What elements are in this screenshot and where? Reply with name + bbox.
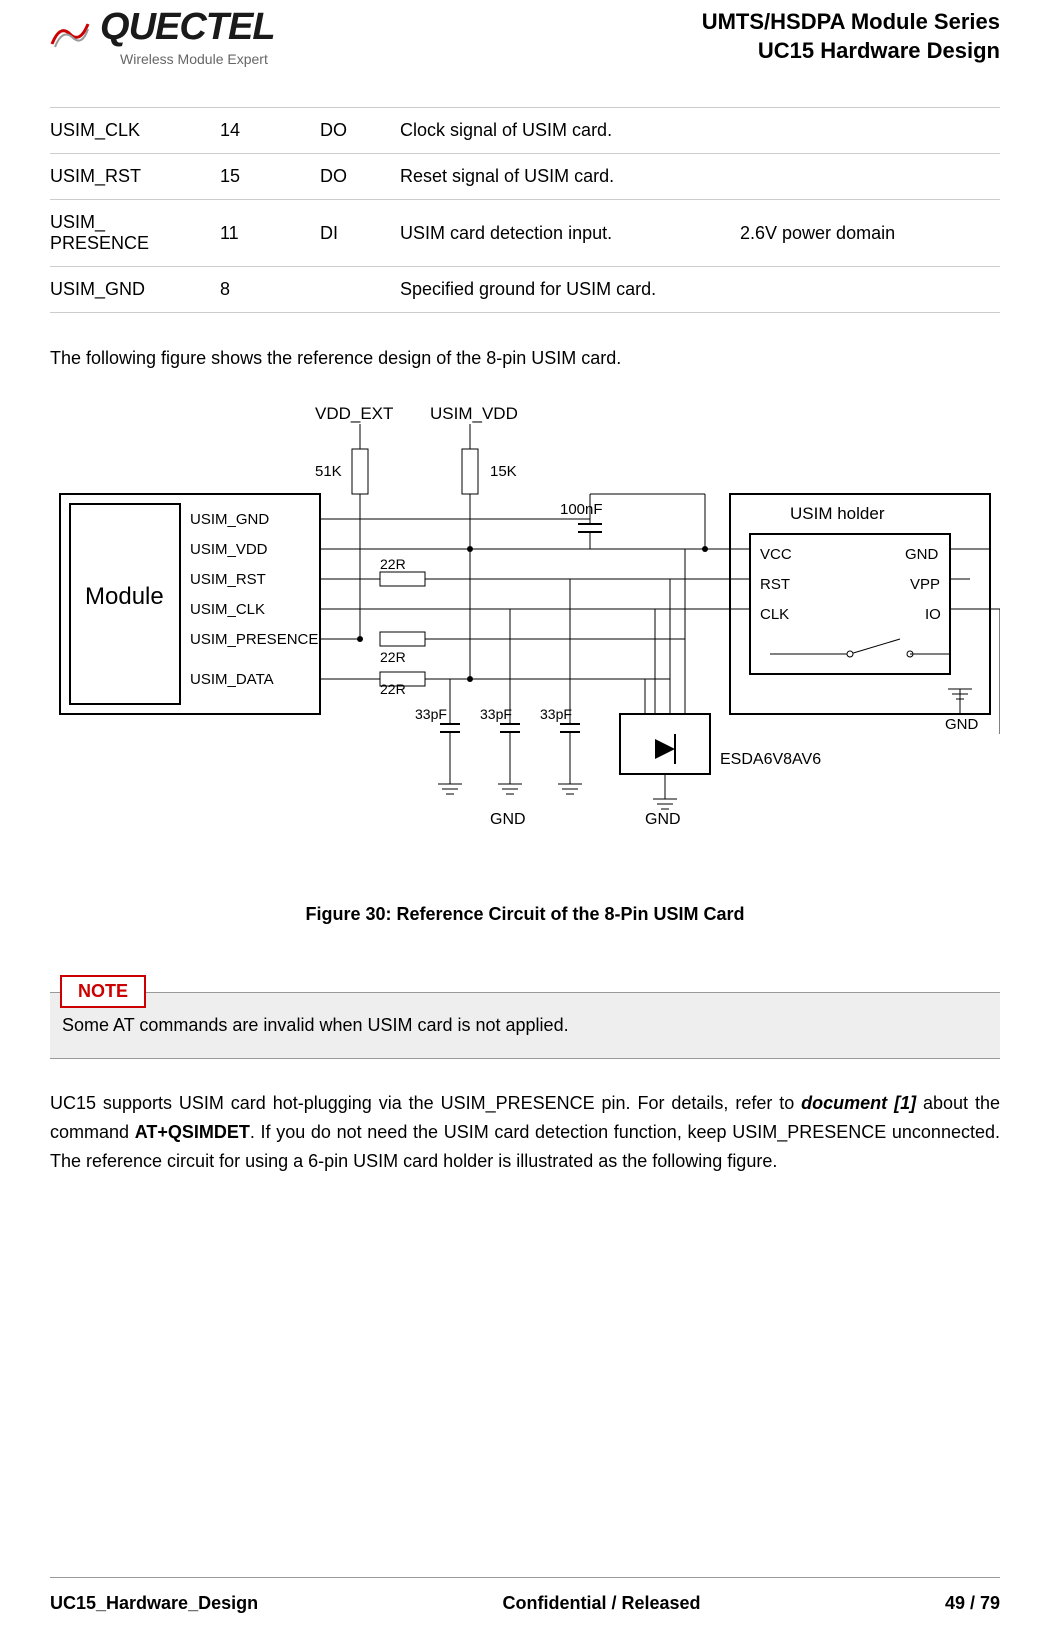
note-text: Some AT commands are invalid when USIM c… <box>62 1015 569 1035</box>
cell-name: USIM_GND <box>50 267 220 313</box>
svg-text:CLK: CLK <box>760 606 789 623</box>
cell-io <box>320 267 400 313</box>
cell-name: USIM_CLK <box>50 108 220 154</box>
svg-text:VCC: VCC <box>760 546 792 563</box>
svg-text:33pF: 33pF <box>480 706 512 722</box>
cell-pin: 14 <box>220 108 320 154</box>
body-paragraph: UC15 supports USIM card hot-plugging via… <box>50 1089 1000 1175</box>
cell-io: DO <box>320 108 400 154</box>
svg-text:15K: 15K <box>490 463 517 480</box>
body-text-a: UC15 supports USIM card hot-plugging via… <box>50 1093 801 1113</box>
cell-comment <box>740 267 1000 313</box>
svg-text:USIM_CLK: USIM_CLK <box>190 601 265 618</box>
svg-text:VPP: VPP <box>910 576 940 593</box>
svg-text:33pF: 33pF <box>415 706 447 722</box>
table-row: USIM_GND 8 Specified ground for USIM car… <box>50 267 1000 313</box>
logo-wave-icon <box>50 19 90 49</box>
table-row: USIM_RST 15 DO Reset signal of USIM card… <box>50 154 1000 200</box>
cell-io: DI <box>320 200 400 267</box>
table-row: USIM_PRESENCE 11 DI USIM card detection … <box>50 200 1000 267</box>
cell-desc: USIM card detection input. <box>400 200 740 267</box>
svg-text:IO: IO <box>925 606 941 623</box>
module-label: Module <box>85 583 164 610</box>
svg-text:USIM_VDD: USIM_VDD <box>430 404 518 423</box>
svg-text:USIM_PRESENCE: USIM_PRESENCE <box>190 631 318 648</box>
svg-text:33pF: 33pF <box>540 706 572 722</box>
svg-text:USIM_VDD: USIM_VDD <box>190 541 268 558</box>
page-footer: UC15_Hardware_Design Confidential / Rele… <box>50 1577 1000 1614</box>
cell-comment: 2.6V power domain <box>740 200 1000 267</box>
cell-comment <box>740 108 1000 154</box>
cell-pin: 11 <box>220 200 320 267</box>
table-row: USIM_CLK 14 DO Clock signal of USIM card… <box>50 108 1000 154</box>
svg-text:GND: GND <box>645 811 681 828</box>
svg-text:RST: RST <box>760 576 790 593</box>
cell-desc: Reset signal of USIM card. <box>400 154 740 200</box>
intro-text: The following figure shows the reference… <box>50 348 1000 369</box>
svg-text:22R: 22R <box>380 681 406 697</box>
logo: QUECTEL Wireless Module Expert <box>50 8 275 67</box>
svg-text:GND: GND <box>905 546 939 563</box>
cell-name: USIM_PRESENCE <box>50 200 220 267</box>
footer-left: UC15_Hardware_Design <box>50 1593 258 1614</box>
at-command: AT+QSIMDET <box>135 1122 250 1142</box>
logo-text: QUECTEL <box>100 6 275 48</box>
doc-ref: document [1] <box>801 1093 916 1113</box>
svg-text:100nF: 100nF <box>560 501 603 518</box>
note-section: NOTE Some AT commands are invalid when U… <box>50 975 1000 1059</box>
footer-center: Confidential / Released <box>503 1593 701 1614</box>
cell-name: USIM_RST <box>50 154 220 200</box>
svg-text:ESDA6V8AV6: ESDA6V8AV6 <box>720 751 821 768</box>
footer-right: 49 / 79 <box>945 1593 1000 1614</box>
cell-desc: Clock signal of USIM card. <box>400 108 740 154</box>
logo-subtitle: Wireless Module Expert <box>120 51 275 67</box>
svg-text:GND: GND <box>945 716 979 733</box>
header-title: UMTS/HSDPA Module Series UC15 Hardware D… <box>702 8 1000 65</box>
cell-pin: 8 <box>220 267 320 313</box>
circuit-diagram: Module USIM_GND USIM_VDD USIM_RST USIM_C… <box>50 394 1000 874</box>
svg-text:USIM_GND: USIM_GND <box>190 511 269 528</box>
note-block: Some AT commands are invalid when USIM c… <box>50 992 1000 1059</box>
svg-text:51K: 51K <box>315 463 342 480</box>
cell-desc: Specified ground for USIM card. <box>400 267 740 313</box>
cell-pin: 15 <box>220 154 320 200</box>
svg-text:GND: GND <box>490 811 526 828</box>
cell-comment <box>740 154 1000 200</box>
svg-text:USIM holder: USIM holder <box>790 504 885 523</box>
svg-text:USIM_DATA: USIM_DATA <box>190 671 274 688</box>
svg-text:22R: 22R <box>380 556 406 572</box>
svg-text:22R: 22R <box>380 649 406 665</box>
cell-io: DO <box>320 154 400 200</box>
svg-text:USIM_RST: USIM_RST <box>190 571 266 588</box>
note-tag: NOTE <box>60 975 146 1008</box>
header-line2: UC15 Hardware Design <box>702 37 1000 66</box>
svg-text:VDD_EXT: VDD_EXT <box>315 404 393 423</box>
page-header: QUECTEL Wireless Module Expert UMTS/HSDP… <box>50 0 1000 77</box>
pin-table: USIM_CLK 14 DO Clock signal of USIM card… <box>50 107 1000 313</box>
header-line1: UMTS/HSDPA Module Series <box>702 8 1000 37</box>
figure-caption: Figure 30: Reference Circuit of the 8-Pi… <box>50 904 1000 925</box>
